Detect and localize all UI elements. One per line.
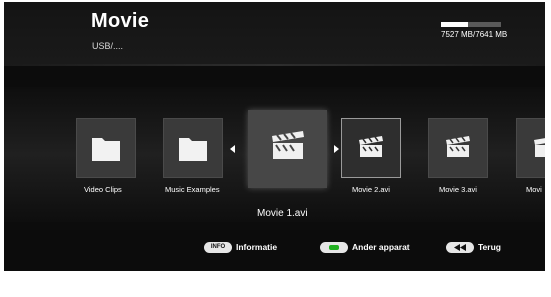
folder-icon [92, 138, 120, 161]
scroll-right-arrow-icon[interactable] [334, 145, 339, 153]
info-key-icon: INFO [204, 241, 232, 253]
back-label: Terug [478, 242, 501, 252]
other-device-label: Ander apparat [352, 242, 410, 252]
movie-item[interactable] [341, 118, 401, 178]
rewind-key-icon [446, 241, 474, 253]
breadcrumb: USB/.... [92, 41, 124, 51]
header-divider [4, 64, 545, 66]
clapperboard-icon [359, 136, 383, 157]
page-title: Movie [91, 10, 150, 32]
rewind-icon [454, 243, 466, 251]
storage-text: 7527 MB/7641 MB [441, 30, 508, 39]
clapperboard-icon [446, 136, 470, 157]
scroll-left-arrow-icon[interactable] [230, 145, 235, 153]
folder-item-music-examples[interactable] [163, 118, 223, 178]
info-button[interactable]: INFO Informatie [204, 240, 277, 254]
clapperboard-icon [272, 131, 304, 159]
folder-icon [179, 138, 207, 161]
back-button[interactable]: Terug [446, 240, 501, 254]
item-label: Music Examples [165, 185, 220, 194]
movie-item-selected[interactable] [248, 110, 327, 188]
storage-bar [441, 22, 501, 27]
selected-item-label: Movie 1.avi [257, 208, 308, 219]
other-device-button[interactable]: Ander apparat [320, 240, 410, 254]
movie-item[interactable] [428, 118, 488, 178]
item-label: Video Clips [84, 185, 122, 194]
storage-fill [441, 22, 468, 27]
folder-item-video-clips[interactable] [76, 118, 136, 178]
green-key-icon [320, 241, 348, 253]
item-label: Movie 2.avi [352, 185, 390, 194]
header: Movie USB/.... 7527 MB/7641 MB [4, 2, 545, 64]
tv-screen: Movie USB/.... 7527 MB/7641 MB Video Cli… [4, 2, 545, 271]
page-margin [545, 0, 551, 297]
clapperboard-icon [534, 138, 545, 157]
movie-item[interactable] [516, 118, 545, 178]
info-label: Informatie [236, 242, 278, 252]
item-label: Movie 3.avi [439, 185, 477, 194]
item-label: Movi [526, 185, 542, 194]
